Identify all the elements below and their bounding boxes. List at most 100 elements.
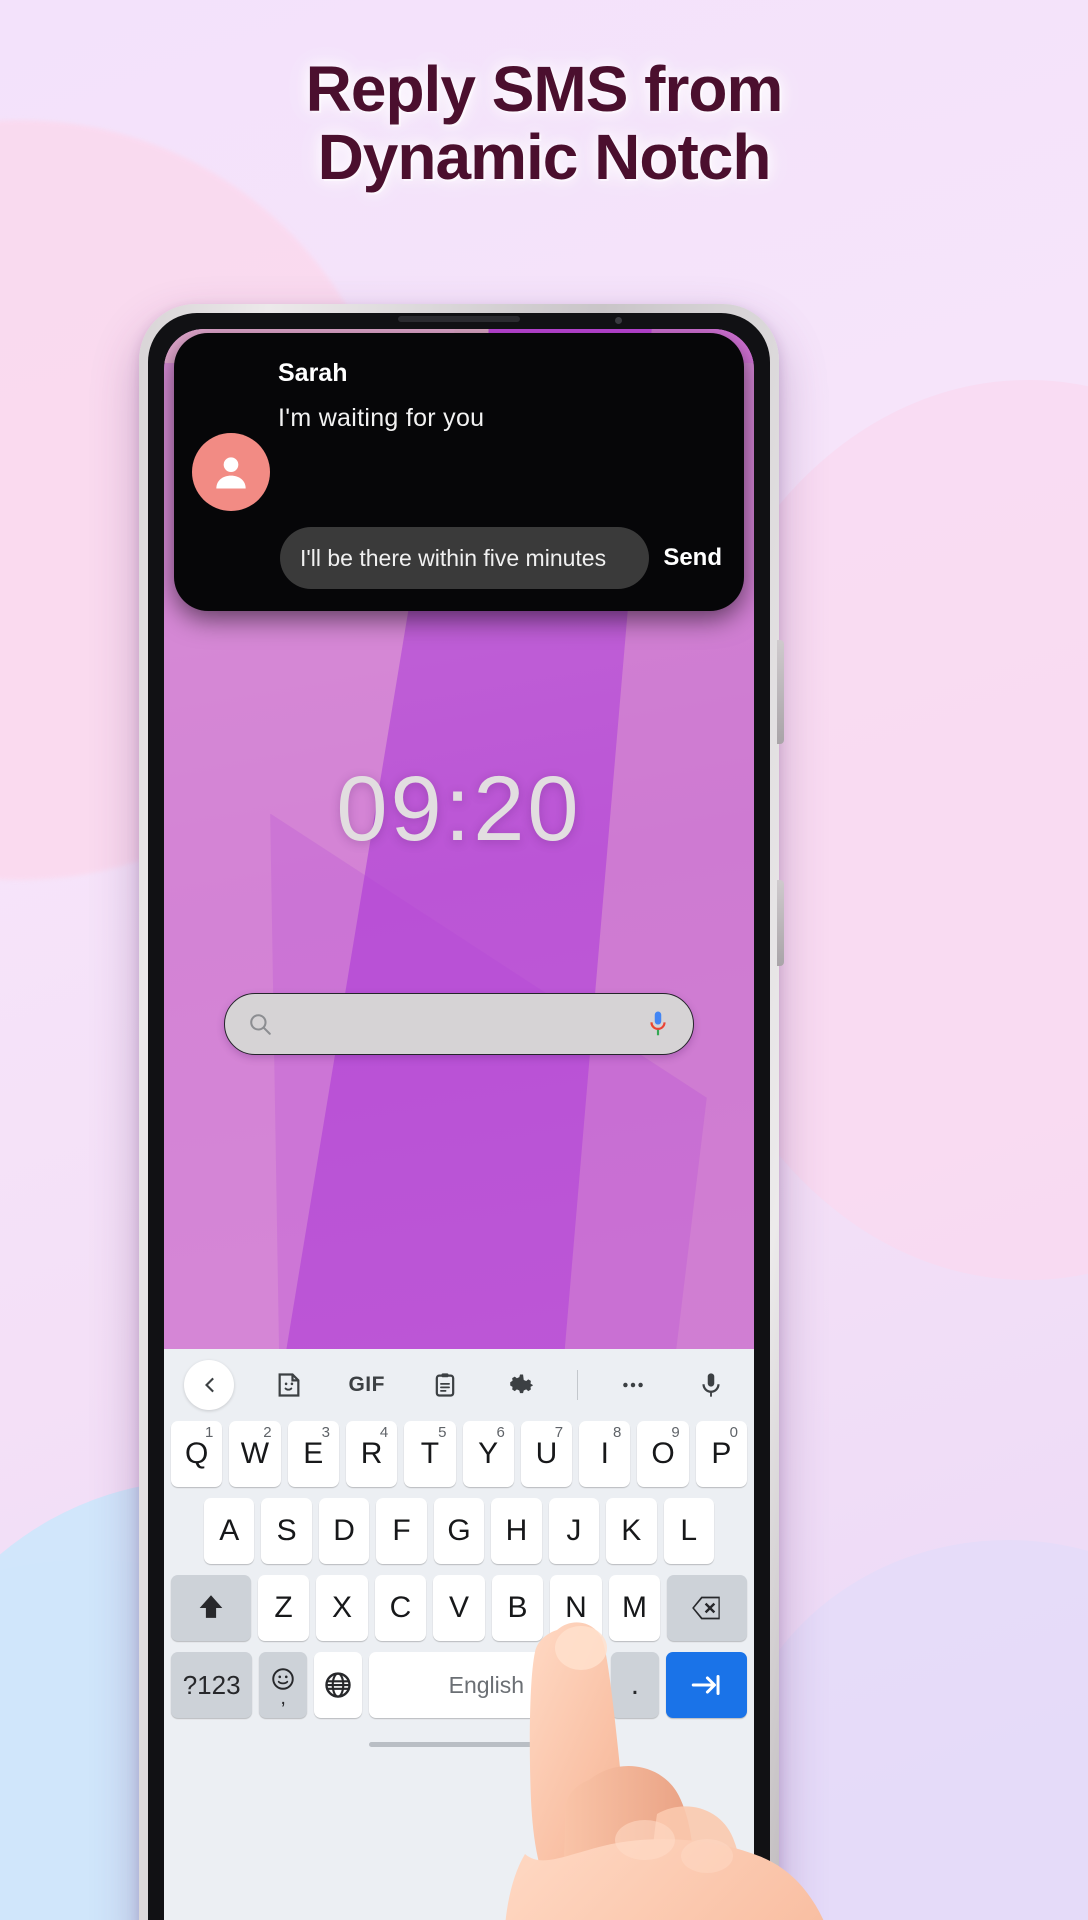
key-p[interactable]: 0P (695, 1421, 747, 1487)
key-z[interactable]: Z (257, 1575, 310, 1641)
key-g[interactable]: G (433, 1498, 485, 1564)
dynamic-notch-notification[interactable]: Sarah I'm waiting for you I'll be there … (174, 333, 744, 611)
person-icon (216, 457, 246, 489)
phone-frame: 09:20 Sarah I'm waiting for you I'll be … (139, 304, 784, 1920)
volume-button[interactable] (777, 640, 784, 744)
key-h[interactable]: H (491, 1498, 542, 1564)
enter-arrow-icon (692, 1675, 720, 1695)
key-number: 0 (729, 1424, 738, 1441)
key-number: 5 (438, 1424, 447, 1441)
key-j[interactable]: J (548, 1498, 600, 1564)
backspace-key[interactable] (667, 1575, 747, 1641)
google-assistant-mic-icon[interactable] (645, 1009, 671, 1039)
lockscreen-clock: 09:20 (336, 758, 582, 860)
enter-key[interactable] (665, 1652, 748, 1718)
key-label: I (600, 1437, 609, 1470)
headline-line-1: Reply SMS from (305, 53, 784, 125)
key-number: 2 (263, 1424, 272, 1441)
notification-sender: Sarah (278, 359, 348, 387)
keyboard-back-button[interactable] (184, 1360, 234, 1410)
keyboard-settings-button[interactable] (499, 1362, 545, 1408)
key-o[interactable]: 9O (637, 1421, 689, 1487)
ellipsis-icon (623, 1382, 643, 1388)
power-button[interactable] (777, 880, 784, 966)
home-bar (369, 1741, 549, 1747)
keyboard-sticker-button[interactable] (266, 1362, 312, 1408)
sticker-icon (278, 1373, 300, 1397)
keyboard-toolbar: GIF (164, 1349, 754, 1421)
keyboard-clipboard-button[interactable] (422, 1362, 468, 1408)
key-q[interactable]: 1Q (171, 1421, 223, 1487)
space-key[interactable]: English (368, 1652, 605, 1718)
keyboard-row-2: A S D F G H J K L (164, 1498, 754, 1564)
period-key[interactable]: . (611, 1652, 659, 1718)
headline-line-2: Dynamic Notch (317, 120, 772, 193)
page-title: Reply SMS from Dynamic Notch (0, 53, 1088, 193)
background-blob-lavender (728, 1540, 1088, 1920)
emoji-key-sub: , (280, 1687, 286, 1709)
key-d[interactable]: D (318, 1498, 370, 1564)
key-t[interactable]: 5T (404, 1421, 456, 1487)
key-a[interactable]: A (204, 1498, 255, 1564)
key-e[interactable]: 3E (287, 1421, 339, 1487)
on-screen-keyboard: G I F 1 Q 2 W 3 E 4 R 5 T 6 Y 7 U 8 I 9 O … (164, 1349, 754, 1920)
key-k[interactable]: K (606, 1498, 657, 1564)
google-search-bar[interactable] (224, 993, 694, 1055)
key-label: Q (184, 1437, 209, 1470)
key-label: R (360, 1437, 383, 1470)
symbols-key[interactable]: ?123 (170, 1652, 253, 1718)
reply-row: I'll be there within five minutes Send (280, 527, 722, 589)
key-number: 3 (321, 1424, 330, 1441)
avatar (192, 433, 270, 511)
key-label: W (240, 1437, 270, 1470)
clipboard-icon (435, 1373, 454, 1397)
key-y[interactable]: 6Y (462, 1421, 514, 1487)
key-label: Y (478, 1437, 499, 1470)
keyboard-row-1: 1Q 2W 3E 4R 5T 6Y 7U 8I 9O 0P (164, 1421, 754, 1487)
keyboard-more-button[interactable] (610, 1362, 656, 1408)
key-u[interactable]: 7U (520, 1421, 573, 1487)
key-label: O (651, 1437, 675, 1470)
key-n[interactable]: N (550, 1575, 602, 1641)
key-v[interactable]: V (433, 1575, 485, 1641)
key-label: T (420, 1437, 440, 1470)
phone-mockup: 09:20 Sarah I'm waiting for you I'll be … (139, 304, 824, 1920)
key-m[interactable]: M (608, 1575, 661, 1641)
backspace-icon (692, 1596, 720, 1620)
microphone-icon (702, 1373, 720, 1397)
reply-input[interactable]: I'll be there within five minutes (280, 527, 650, 589)
keyboard-voice-button[interactable] (688, 1362, 734, 1408)
key-number: 8 (613, 1424, 622, 1441)
key-number: 4 (379, 1424, 389, 1441)
keyboard-row-3: Z X C V B N M (164, 1575, 754, 1641)
notification-message: I'm waiting for you (278, 404, 485, 432)
send-button[interactable]: Send (663, 544, 722, 572)
key-i[interactable]: 8I (579, 1421, 631, 1487)
front-camera-icon (615, 317, 622, 324)
key-l[interactable]: L (663, 1498, 714, 1564)
key-label: U (535, 1437, 558, 1470)
key-c[interactable]: C (374, 1575, 427, 1641)
key-w[interactable]: 2W (229, 1421, 281, 1487)
key-number: 9 (671, 1424, 680, 1441)
key-number: 7 (554, 1424, 564, 1441)
shift-key[interactable] (171, 1575, 251, 1641)
key-number: 6 (496, 1424, 505, 1441)
shift-arrow-icon (199, 1595, 223, 1618)
key-number: 1 (204, 1424, 214, 1441)
toolbar-divider (577, 1370, 579, 1400)
key-f[interactable]: F (376, 1498, 427, 1564)
key-label: P (711, 1437, 732, 1470)
language-key[interactable] (313, 1652, 362, 1718)
key-x[interactable]: X (316, 1575, 368, 1641)
emoji-key[interactable]: , (259, 1652, 307, 1718)
chevron-left-icon (205, 1377, 214, 1393)
key-b[interactable]: B (491, 1575, 544, 1641)
navigation-home-indicator (164, 1727, 754, 1761)
keyboard-gif-button[interactable]: GIF (344, 1362, 390, 1408)
gif-icon: GIF (348, 1373, 385, 1396)
key-s[interactable]: S (261, 1498, 312, 1564)
key-label: E (303, 1437, 324, 1470)
gear-icon (510, 1374, 534, 1394)
key-r[interactable]: 4R (345, 1421, 398, 1487)
